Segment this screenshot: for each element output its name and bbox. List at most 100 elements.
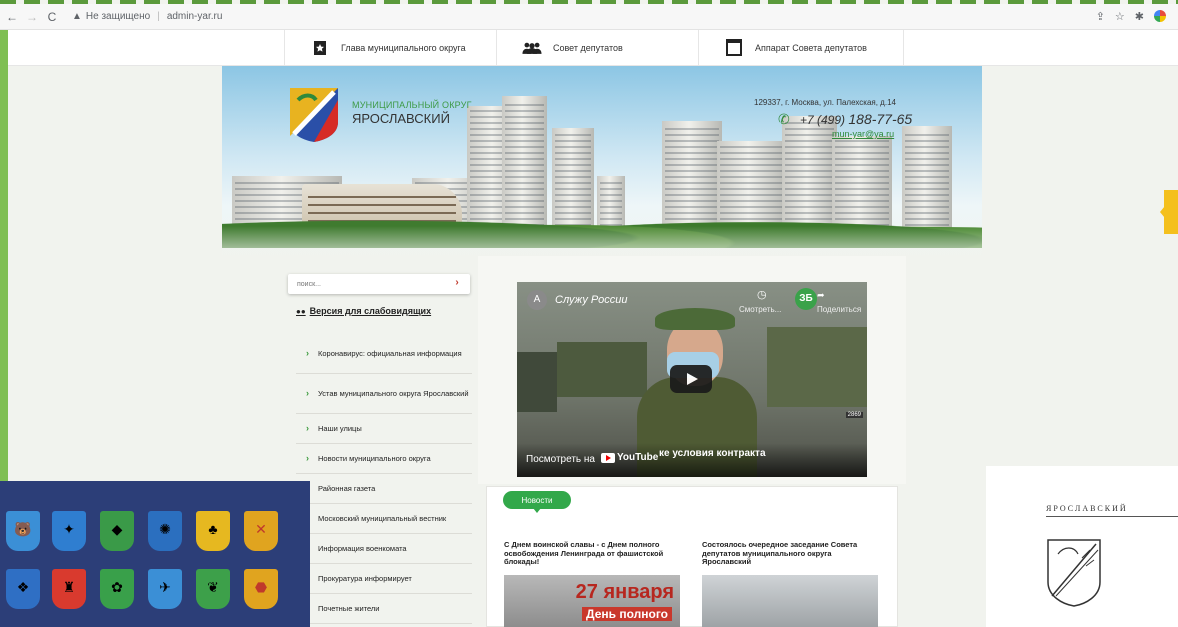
watch-on-label[interactable]: Посмотреть на bbox=[526, 454, 595, 465]
address: 129337, г. Москва, ул. Палехская, д.14 bbox=[754, 98, 896, 107]
extensions-icon[interactable]: ✱ bbox=[1135, 10, 1144, 23]
nav-item-council[interactable]: Совет депутатов bbox=[496, 30, 698, 66]
sidebar-item-label: Московский муниципальный вестник bbox=[318, 514, 447, 523]
news-headline[interactable]: Состоялось очередное заседание Совета де… bbox=[702, 540, 880, 567]
sidebar-item[interactable]: › Устав муниципального округа Ярославский bbox=[296, 374, 472, 414]
sidebar-item-label: Наши улицы bbox=[318, 424, 362, 433]
people-icon bbox=[521, 39, 543, 57]
sidebar-item[interactable]: ›Московский муниципальный вестник bbox=[296, 504, 472, 534]
url-text[interactable]: admin-yar.ru bbox=[167, 11, 223, 22]
video-player[interactable]: А Служу России ◷ Смотреть... ЗБ ➦ Подели… bbox=[517, 282, 867, 477]
arms-symbol: ♣ bbox=[208, 521, 218, 537]
phone-icon: ✆ bbox=[778, 111, 790, 127]
sidebar-item-label: Устав муниципального округа Ярославский bbox=[318, 389, 469, 398]
nav-label: Аппарат Совета депутатов bbox=[755, 43, 867, 53]
district-arms-icon: ❖ bbox=[6, 569, 40, 609]
arms-symbol: ✺ bbox=[159, 521, 171, 537]
chevron-right-icon: › bbox=[306, 453, 309, 463]
coat-of-arms-logo[interactable] bbox=[288, 86, 340, 144]
phone-prefix: +7 (499) bbox=[800, 113, 846, 127]
star-badge-icon bbox=[309, 39, 331, 57]
district-arms-icon: ✈ bbox=[148, 569, 182, 609]
video-title[interactable]: Служу России bbox=[555, 294, 627, 306]
news-tab[interactable]: Новости bbox=[503, 491, 571, 513]
truck bbox=[767, 327, 867, 407]
frame-left-border bbox=[0, 4, 8, 484]
district-arms-icon: ✦ bbox=[52, 511, 86, 551]
district-arms-icon: 🐻 bbox=[6, 511, 40, 551]
arms-symbol: ❦ bbox=[207, 579, 219, 595]
youtube-label: YouTube bbox=[617, 452, 659, 463]
clock-icon[interactable]: ◷ bbox=[757, 288, 767, 301]
youtube-logo[interactable]: YouTube bbox=[601, 452, 658, 463]
news-thumbnail[interactable]: 27 января День полного bbox=[504, 575, 680, 627]
sidebar-item-label: Коронавирус: официальная информация bbox=[318, 349, 462, 358]
security-label: Не защищено bbox=[85, 11, 151, 22]
sidebar-item-label: Новости муниципального округа bbox=[318, 454, 431, 463]
sidebar-item[interactable]: › Коронавирус: официальная информация bbox=[296, 334, 472, 374]
sidebar-menu: › Коронавирус: официальная информация › Ус… bbox=[296, 334, 472, 624]
video-caption: ке условия контракта bbox=[659, 448, 766, 459]
nav-item-apparatus[interactable]: Аппарат Совета депутатов bbox=[698, 30, 904, 66]
sidebar-item[interactable]: ›Почетные жители bbox=[296, 594, 472, 624]
phone-number: 188-77-65 bbox=[848, 111, 913, 127]
profile-icon[interactable] bbox=[1154, 10, 1166, 22]
district-arms-icon: ❦ bbox=[196, 569, 230, 609]
district-arms-icon: ✺ bbox=[148, 511, 182, 551]
arms-symbol: ✿ bbox=[111, 579, 123, 595]
sidebar-item-label: Информация военкомата bbox=[318, 544, 407, 553]
sidebar-item[interactable]: ›Районная газета bbox=[296, 474, 472, 504]
truck bbox=[517, 352, 557, 412]
sidebar-item[interactable]: ›Прокуратура информирует bbox=[296, 564, 472, 594]
bookmark-star-icon[interactable]: ☆ bbox=[1115, 10, 1125, 23]
side-tab[interactable] bbox=[1164, 190, 1178, 234]
thumb-date: 27 января bbox=[575, 581, 674, 603]
channel-avatar[interactable]: А bbox=[527, 290, 547, 310]
search-input[interactable] bbox=[288, 274, 470, 294]
brand-line-2: ЯРОСЛАВСКИЙ bbox=[352, 111, 450, 126]
sidebar-item-label: Почетные жители bbox=[318, 604, 380, 613]
search-arrow-icon[interactable]: › bbox=[450, 277, 464, 291]
play-button-icon[interactable] bbox=[670, 365, 712, 393]
divider bbox=[1046, 516, 1178, 517]
nav-label: Глава муниципального округа bbox=[341, 43, 466, 53]
share-arrow-icon[interactable]: ➦ bbox=[817, 290, 825, 301]
arms-symbol: 🐻 bbox=[14, 521, 32, 537]
arrow-left-icon[interactable]: ← bbox=[4, 10, 20, 24]
url-separator: | bbox=[157, 11, 160, 22]
accessibility-link[interactable]: ●● Версия для слабовидящих bbox=[296, 306, 431, 316]
vehicle-number: 2869 bbox=[845, 412, 863, 418]
browser-actions: ⇪ ☆ ✱ bbox=[1096, 10, 1166, 23]
email-link[interactable]: mun-yar@ya.ru bbox=[832, 129, 894, 139]
sidebar-item[interactable]: ›Информация военкомата bbox=[296, 534, 472, 564]
watch-later-label[interactable]: Смотреть... bbox=[739, 305, 781, 314]
address-bar[interactable]: ▲ Не защищено | admin-yar.ru bbox=[72, 11, 222, 22]
thumb-subtitle: День полного bbox=[582, 607, 672, 621]
share-icon[interactable]: ⇪ bbox=[1096, 10, 1105, 23]
nav-item-head[interactable]: Глава муниципального округа bbox=[284, 30, 496, 66]
brand-line-1: МУНИЦИПАЛЬНЫЙ ОКРУГ bbox=[352, 100, 472, 110]
browser-toolbar: ← → C ▲ Не защищено | admin-yar.ru ⇪ ☆ ✱ bbox=[0, 4, 1178, 30]
arms-symbol: ✕ bbox=[255, 521, 267, 537]
youtube-icon bbox=[601, 452, 615, 463]
sidebar-item[interactable]: › Новости муниципального округа bbox=[296, 444, 472, 474]
top-navigation: Глава муниципального округа Совет депута… bbox=[8, 30, 1178, 66]
chevron-right-icon: › bbox=[306, 388, 309, 398]
news-thumbnail[interactable] bbox=[702, 575, 878, 627]
emblem-card-title: ЯРОСЛАВСКИЙ bbox=[1046, 504, 1128, 513]
chevron-right-icon: › bbox=[306, 348, 309, 358]
arrow-right-icon[interactable]: → bbox=[24, 10, 40, 24]
reload-icon[interactable]: C bbox=[44, 10, 60, 24]
nav-label: Совет депутатов bbox=[553, 43, 623, 53]
district-arms-icon: ✕ bbox=[244, 511, 278, 551]
phone[interactable]: +7 (499) 188-77-65 bbox=[800, 111, 912, 127]
warning-icon: ▲ bbox=[72, 11, 82, 22]
arms-symbol: ◆ bbox=[111, 521, 123, 537]
sidebar-item[interactable]: › Наши улицы bbox=[296, 414, 472, 444]
channel-badge: ЗБ bbox=[795, 288, 817, 310]
news-headline[interactable]: С Днем воинской славы - с Днем полного о… bbox=[504, 540, 682, 567]
district-arms-icon: ♜ bbox=[52, 569, 86, 609]
district-arms-icon: ◆ bbox=[100, 511, 134, 551]
district-arms-icon: ✿ bbox=[100, 569, 134, 609]
share-label[interactable]: Поделиться bbox=[817, 305, 861, 314]
